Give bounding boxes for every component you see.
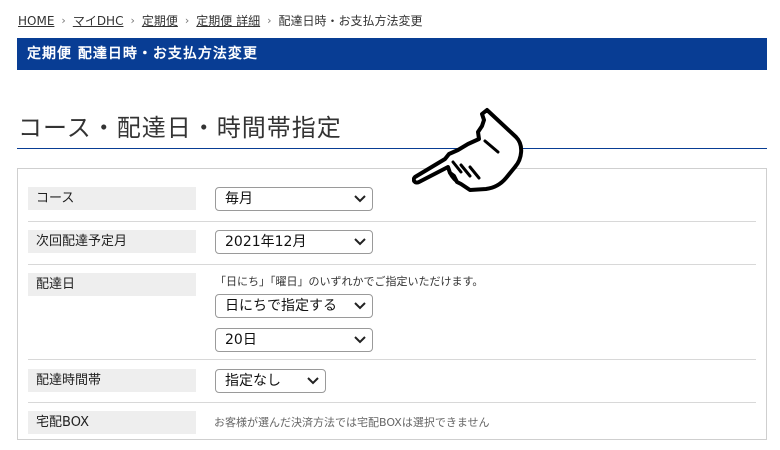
course-select[interactable]: 毎月 (215, 187, 373, 211)
delivery-day-select[interactable]: 20日 (215, 328, 373, 352)
row-divider (28, 402, 756, 403)
next-month-label: 次回配達予定月 (28, 230, 196, 253)
chevron-down-icon (354, 302, 366, 310)
breadcrumb-mydhc[interactable]: マイDHC (73, 12, 124, 29)
row-divider (28, 221, 756, 222)
chevron-down-icon (354, 195, 366, 203)
breadcrumb-separator: › (267, 14, 272, 27)
breadcrumb: HOME › マイDHC › 定期便 › 定期便 詳細 › 配達日時・お支払方法… (18, 12, 423, 29)
breadcrumb-current: 配達日時・お支払方法変更 (278, 14, 423, 28)
chevron-down-icon (307, 377, 319, 385)
section-title: コース・配達日・時間帯指定 (18, 114, 342, 142)
breadcrumb-separator: › (184, 14, 190, 27)
time-slot-label: 配達時間帯 (28, 369, 196, 392)
delivery-box-note: お客様が選んだ決済方法では宅配BOXは選択できません (214, 416, 490, 429)
breadcrumb-home[interactable]: HOME (18, 14, 54, 28)
chevron-down-icon (354, 238, 366, 246)
pointing-hand-icon (412, 108, 524, 192)
breadcrumb-subscription[interactable]: 定期便 (142, 12, 178, 29)
course-select-value: 毎月 (225, 191, 253, 207)
next-month-select-value: 2021年12月 (225, 234, 307, 250)
time-slot-value: 指定なし (225, 373, 281, 389)
next-month-select[interactable]: 2021年12月 (215, 230, 373, 254)
delivery-day-mode-select[interactable]: 日にちで指定する (215, 294, 373, 318)
page-header: 定期便 配達日時・お支払方法変更 (17, 38, 767, 70)
delivery-box-label: 宅配BOX (28, 411, 196, 434)
delivery-day-mode-value: 日にちで指定する (225, 298, 337, 314)
course-label: コース (28, 187, 196, 210)
time-slot-select[interactable]: 指定なし (215, 369, 326, 393)
breadcrumb-separator: › (130, 14, 135, 27)
breadcrumb-subscription-detail[interactable]: 定期便 詳細 (196, 12, 260, 29)
delivery-form: コース 毎月 次回配達予定月 2021年12月 配達日 「日にち」「曜日」のいず… (17, 168, 767, 440)
row-divider (28, 359, 756, 360)
delivery-day-note: 「日にち」「曜日」のいずれかでご指定いただけます。 (215, 275, 484, 288)
breadcrumb-separator: › (61, 14, 66, 27)
row-divider (28, 264, 756, 265)
delivery-day-label: 配達日 (28, 273, 196, 296)
chevron-down-icon (354, 336, 366, 344)
delivery-day-value: 20日 (225, 332, 257, 348)
title-divider (17, 148, 767, 149)
